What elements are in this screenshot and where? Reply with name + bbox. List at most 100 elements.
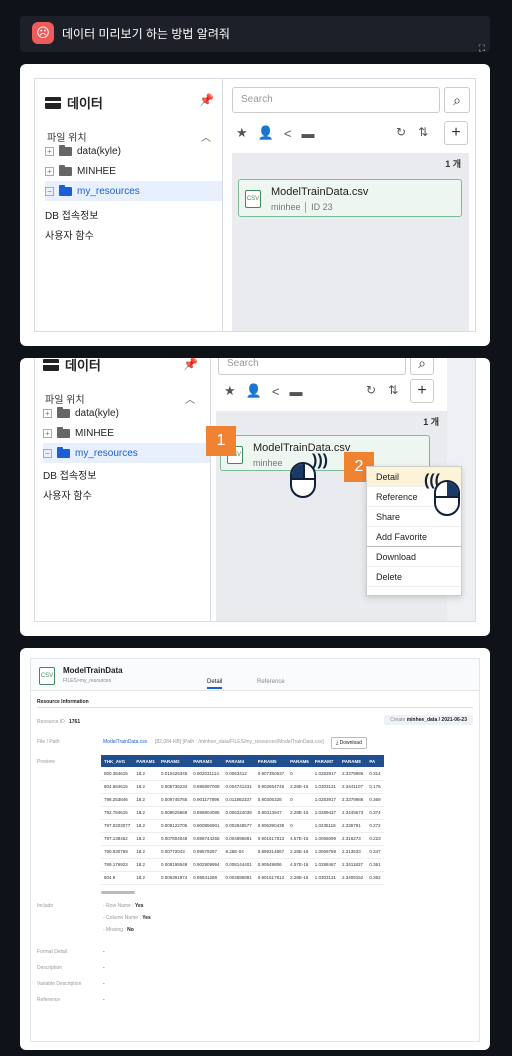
tree-item-my-resources[interactable]: − my_resources	[43, 443, 210, 463]
table-cell: 0.90549806	[254, 858, 288, 872]
user-icon[interactable]: 👤	[246, 383, 262, 399]
download-icon: ⤓	[336, 740, 339, 746]
table-cell: 0.900856901	[190, 819, 223, 833]
table-cell: 1.0303131	[311, 871, 340, 885]
share-icon[interactable]: <	[272, 384, 280, 399]
file-name: ModelTrainData.csv	[271, 186, 369, 198]
detail-title: ModelTrainData	[63, 666, 123, 675]
table-header: THK_AVG PARAM1 PARAM2 PARAM3 PARAM4 PARAM5 PAR…	[101, 755, 384, 767]
expand-icon[interactable]: +	[43, 428, 52, 438]
table-cell: 0.906390439	[254, 819, 288, 833]
table-cell: 0.002848577	[222, 819, 255, 833]
field-label: Format Detail	[37, 949, 68, 955]
tree-item-data-kyle[interactable]: + data(kyle)	[43, 403, 210, 423]
chat-header: ☹ 데이터 미리보기 하는 방법 알려줘 ⛶	[20, 16, 490, 54]
download-button[interactable]: ⤓ Download	[331, 737, 367, 749]
star-icon[interactable]: ★	[224, 383, 236, 399]
main-area: Search ⌕ ★👤<▬ ↻⇅ + 1 개 CSV ModelTrainDat…	[224, 79, 475, 331]
folder-icon[interactable]: ▬	[289, 384, 302, 399]
right-tools: ↻ ⇅	[396, 125, 428, 139]
table-cell: 0.369	[366, 793, 384, 807]
table-cell: 2.3379986	[339, 793, 367, 807]
sort-icon[interactable]: ⇅	[388, 383, 398, 397]
table-cell: 804.9	[101, 871, 134, 885]
search-input[interactable]: Search	[218, 358, 406, 375]
column-header: PARAM5	[254, 755, 288, 767]
search-input[interactable]: Search	[232, 87, 440, 113]
file-link[interactable]: ModelTrainData.csv	[103, 739, 147, 745]
expand-icon[interactable]: +	[45, 146, 54, 156]
collapse-icon[interactable]: −	[45, 186, 54, 196]
folder-icon	[59, 144, 72, 156]
column-header: PARAM7	[311, 755, 340, 767]
screenshot-card-2: 데이터 📌 파일 위치 ︿ + data(kyle) + MINHEE − my_re…	[20, 358, 490, 636]
table-row: 792.784615 18.2 0.008625669 0.898804085 0.00…	[101, 806, 384, 820]
create-info: Create minhee_data / 2021-06-23	[384, 715, 473, 725]
table-cell: 1.0056099	[311, 832, 340, 846]
horizontal-scrollbar[interactable]	[101, 891, 135, 894]
table-cell: 2.3411837	[339, 858, 367, 872]
field-value: -	[103, 981, 105, 987]
share-icon[interactable]: <	[284, 126, 292, 141]
tree-item-minhee[interactable]: + MINHEE	[45, 161, 222, 181]
table-row: 800.384615 18.2 0.010426345 0.902031114 0.00…	[101, 767, 384, 781]
preview-table: THK_AVG PARAM1 PARAM2 PARAM3 PARAM4 PARAM5 PAR…	[101, 755, 479, 889]
table-cell: 0.006391974	[157, 871, 191, 885]
table-cell: 0.907350537	[254, 767, 288, 781]
section-title: Resource Information	[37, 699, 89, 705]
table-row: 804.584615 18.2 0.006736234 0.896897009 0.00…	[101, 780, 384, 794]
expand-icon[interactable]: ⛶	[479, 43, 485, 54]
mouse-right-click-icon	[434, 480, 460, 516]
table-row: 790.930769 18.2 0.00772043 0.89579287 8.26E-…	[101, 845, 384, 859]
tab-detail[interactable]: Detail	[207, 679, 223, 689]
table-cell: 0.362	[366, 871, 384, 885]
menu-item-delete[interactable]: Delete	[367, 567, 461, 587]
file-card[interactable]: CSV ModelTrainData.csv minhee │ ID 23	[238, 179, 462, 217]
click-waves-icon: )))	[312, 452, 328, 469]
db-connection-item[interactable]: DB 접속정보	[43, 467, 96, 482]
expand-icon[interactable]: +	[43, 408, 52, 418]
tree-item-data-kyle[interactable]: + data(kyle)	[45, 141, 222, 161]
tab-reference[interactable]: Reference	[257, 679, 285, 685]
pin-icon[interactable]: 📌	[199, 93, 214, 107]
collapse-icon[interactable]: −	[43, 448, 52, 458]
table-cell: 0.010426345	[157, 767, 191, 781]
table-cell: 18.2	[133, 806, 158, 820]
tree-item-my-resources[interactable]: − my_resources	[45, 181, 222, 201]
table-cell: 1.0235118	[311, 819, 340, 833]
table-cell: 2.313533	[339, 845, 367, 859]
table-cell: 0	[287, 819, 312, 833]
table-cell: 0.902664746	[254, 780, 288, 794]
table-cell: 2.28E-16	[287, 871, 312, 885]
expand-icon[interactable]: +	[45, 166, 54, 176]
table-cell: 2.316273	[339, 832, 367, 846]
table-cell: 0.901617813	[254, 832, 288, 846]
table-cell: 792.784615	[101, 806, 134, 820]
field-value: -	[103, 997, 105, 1003]
table-cell: 0.176	[366, 780, 384, 794]
star-icon[interactable]: ★	[236, 125, 248, 141]
column-header: PARAM8	[339, 755, 367, 767]
db-connection-item[interactable]: DB 접속정보	[45, 207, 98, 222]
table-cell: 0.011882337	[222, 793, 255, 807]
user-icon[interactable]: 👤	[258, 125, 274, 141]
menu-item-download[interactable]: Download	[367, 547, 461, 567]
table-cell: 0.896897009	[190, 780, 223, 794]
tree-item-minhee[interactable]: + MINHEE	[43, 423, 210, 443]
sort-icon[interactable]: ⇅	[418, 125, 428, 139]
pin-icon[interactable]: 📌	[183, 358, 198, 371]
add-button[interactable]: +	[444, 121, 468, 145]
table-cell: 1.0303131	[311, 780, 340, 794]
refresh-icon[interactable]: ↻	[366, 383, 376, 397]
user-function-item[interactable]: 사용자 함수	[43, 487, 92, 502]
search-button[interactable]: ⌕	[410, 358, 434, 375]
add-button[interactable]: +	[410, 379, 434, 403]
table-cell: 0.004896891	[222, 871, 255, 885]
user-function-item[interactable]: 사용자 함수	[45, 227, 94, 242]
column-header: PARAM4	[222, 755, 255, 767]
preview-label: Preview	[37, 759, 55, 765]
search-button[interactable]: ⌕	[444, 87, 470, 113]
folder-icon[interactable]: ▬	[301, 126, 314, 141]
menu-item-add-favorite[interactable]: Add Favorite	[367, 527, 461, 547]
refresh-icon[interactable]: ↻	[396, 125, 406, 139]
